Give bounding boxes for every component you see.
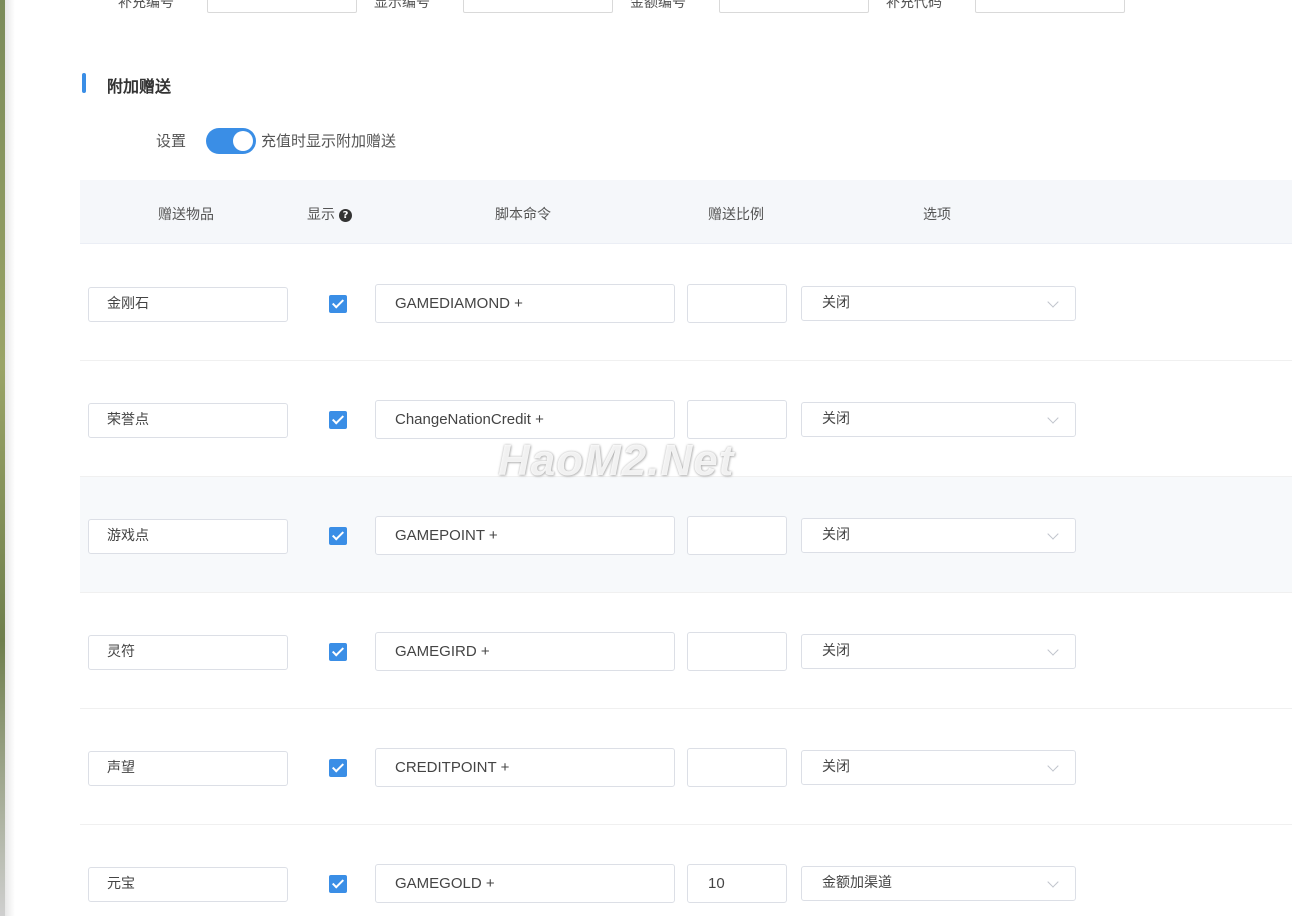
option-select[interactable]: 关闭 — [801, 286, 1076, 321]
header-show-label: 显示 — [307, 207, 335, 223]
table-row: 声望 CREDITPOINT + 关闭 — [80, 709, 1292, 825]
item-name-input[interactable]: 荣誉点 — [88, 403, 288, 438]
section-title: 附加赠送 — [107, 77, 172, 96]
table-header: 赠送物品 显示? 脚本命令 赠送比例 选项 — [80, 180, 1292, 244]
top-filter-input[interactable] — [207, 0, 357, 13]
top-filter-label: 显示编号 — [374, 0, 430, 11]
top-filter-input[interactable] — [975, 0, 1125, 13]
show-checkbox[interactable] — [329, 875, 347, 893]
settings-label: 设置 — [156, 132, 187, 150]
settings-row: 设置 充值时显示附加赠送 — [80, 118, 1292, 166]
option-select-value: 金额加渠道 — [822, 875, 892, 891]
chevron-down-icon — [1047, 876, 1059, 888]
chevron-down-icon — [1047, 296, 1059, 308]
script-command-input[interactable]: GAMEDIAMOND + — [375, 284, 675, 323]
header-show: 显示? — [307, 204, 352, 224]
option-select[interactable]: 关闭 — [801, 402, 1076, 437]
item-name-input[interactable]: 游戏点 — [88, 519, 288, 554]
chevron-down-icon — [1047, 412, 1059, 424]
top-filter-input[interactable] — [463, 0, 613, 13]
table-row: 灵符 GAMEGIRD + 关闭 — [80, 593, 1292, 709]
table-row: 元宝 GAMEGOLD + 10 金额加渠道 — [80, 825, 1292, 916]
script-command-input[interactable]: ChangeNationCredit + — [375, 400, 675, 439]
option-select-value: 关闭 — [822, 643, 850, 659]
table-row: 荣誉点 ChangeNationCredit + 关闭 — [80, 361, 1292, 477]
script-command-input[interactable]: CREDITPOINT + — [375, 748, 675, 787]
option-select-value: 关闭 — [822, 411, 850, 427]
script-command-input[interactable]: GAMEGIRD + — [375, 632, 675, 671]
bonus-display-toggle[interactable] — [206, 128, 256, 154]
show-checkbox[interactable] — [329, 295, 347, 313]
header-ratio: 赠送比例 — [708, 207, 764, 223]
script-command-input[interactable]: GAMEGOLD + — [375, 864, 675, 903]
ratio-input[interactable]: 10 — [687, 864, 787, 903]
item-name-input[interactable]: 元宝 — [88, 867, 288, 902]
option-select-value: 关闭 — [822, 295, 850, 311]
header-option: 选项 — [923, 207, 951, 223]
table-row: 金刚石 GAMEDIAMOND + 关闭 — [80, 245, 1292, 361]
option-select[interactable]: 关闭 — [801, 750, 1076, 785]
show-checkbox[interactable] — [329, 643, 347, 661]
ratio-input[interactable] — [687, 748, 787, 787]
item-name-input[interactable]: 声望 — [88, 751, 288, 786]
top-filter-row: 补充编号 显示编号 金额编号 补充代码 — [0, 0, 1292, 16]
toggle-knob — [233, 131, 253, 151]
script-command-input[interactable]: GAMEPOINT + — [375, 516, 675, 555]
item-name-input[interactable]: 金刚石 — [88, 287, 288, 322]
option-select-value: 关闭 — [822, 759, 850, 775]
table-row: 游戏点 GAMEPOINT + 关闭 — [80, 477, 1292, 593]
help-icon[interactable]: ? — [339, 209, 352, 222]
header-item: 赠送物品 — [158, 207, 214, 223]
option-select[interactable]: 金额加渠道 — [801, 866, 1076, 901]
option-select[interactable]: 关闭 — [801, 634, 1076, 669]
ratio-input[interactable] — [687, 400, 787, 439]
toggle-label: 充值时显示附加赠送 — [261, 132, 397, 150]
ratio-input[interactable] — [687, 632, 787, 671]
option-select[interactable]: 关闭 — [801, 518, 1076, 553]
top-filter-label: 补充编号 — [118, 0, 174, 11]
ratio-input[interactable] — [687, 284, 787, 323]
chevron-down-icon — [1047, 644, 1059, 656]
top-filter-input[interactable] — [719, 0, 869, 13]
item-name-input[interactable]: 灵符 — [88, 635, 288, 670]
section-accent-bar — [82, 73, 86, 93]
top-filter-label: 金额编号 — [630, 0, 686, 11]
option-select-value: 关闭 — [822, 527, 850, 543]
chevron-down-icon — [1047, 760, 1059, 772]
chevron-down-icon — [1047, 528, 1059, 540]
header-script: 脚本命令 — [495, 207, 551, 223]
show-checkbox[interactable] — [329, 759, 347, 777]
ratio-input[interactable] — [687, 516, 787, 555]
window-edge-shadow — [5, 0, 15, 916]
show-checkbox[interactable] — [329, 527, 347, 545]
show-checkbox[interactable] — [329, 411, 347, 429]
top-filter-label: 补充代码 — [886, 0, 942, 11]
